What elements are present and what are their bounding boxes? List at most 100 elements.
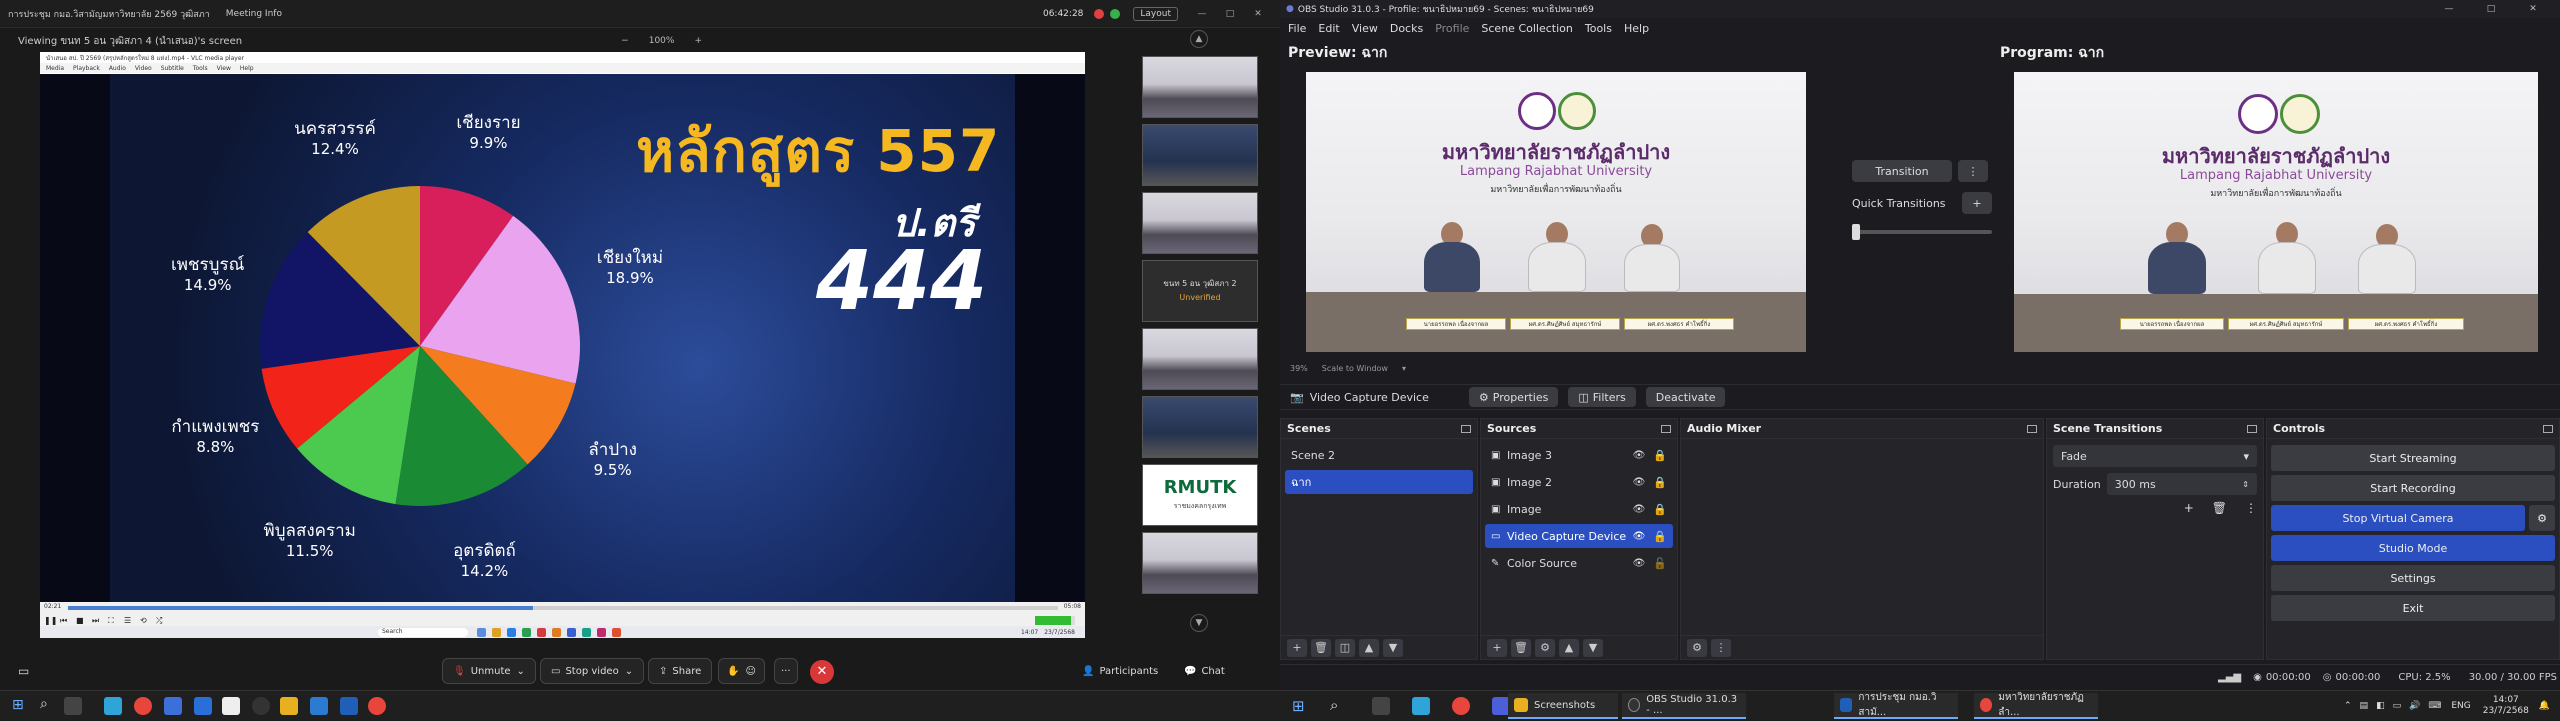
stop-virtual-camera-button[interactable]: Stop Virtual Camera <box>2271 505 2525 531</box>
windows-start-icon[interactable]: ⊞ <box>12 697 24 713</box>
prev-icon[interactable]: ⏮ <box>60 616 70 626</box>
close-icon[interactable]: ✕ <box>2512 4 2554 14</box>
zoom-out-button[interactable]: − <box>621 36 629 46</box>
app-icon[interactable] <box>164 697 182 715</box>
source-item[interactable]: ▣ Image 3 👁 🔒 <box>1485 443 1673 467</box>
mixer-gear-icon[interactable]: ⚙ <box>1687 638 1707 657</box>
record-icon[interactable] <box>1094 8 1105 19</box>
vlc-menu-help[interactable]: Help <box>240 65 254 72</box>
participant-thumb[interactable] <box>1142 56 1258 118</box>
folder-icon[interactable] <box>280 697 298 715</box>
stop-icon[interactable]: ■ <box>76 616 86 626</box>
participant-thumb[interactable] <box>1142 396 1258 458</box>
eye-icon[interactable]: 👁 <box>1633 477 1646 488</box>
layout-button[interactable]: Layout <box>1133 6 1178 21</box>
participant-thumb[interactable] <box>1142 192 1258 254</box>
source-item[interactable]: ✎ Color Source 👁 🔓 <box>1485 551 1673 575</box>
vlc-menu-video[interactable]: Video <box>135 65 152 72</box>
unmute-button[interactable]: 🎙 Unmute ⌄ <box>442 658 536 684</box>
lock-icon[interactable]: 🔒 <box>1653 530 1667 543</box>
filter-icon[interactable]: ◫ <box>1335 638 1355 657</box>
move-down-icon[interactable]: ▼ <box>1583 638 1603 657</box>
studio-mode-button[interactable]: Studio Mode <box>2271 535 2555 561</box>
add-icon[interactable]: + <box>1287 638 1307 657</box>
virtual-camera-settings-icon[interactable]: ⚙ <box>2529 505 2555 531</box>
security-icon[interactable] <box>1110 8 1121 19</box>
source-item-selected[interactable]: ▭ Video Capture Device 👁 🔒 <box>1485 524 1673 548</box>
lock-icon[interactable]: 🔒 <box>1653 449 1667 462</box>
task-zoom[interactable]: การประชุม กมอ.วิสามั... <box>1834 692 1958 719</box>
app-icon[interactable] <box>104 697 122 715</box>
eye-icon[interactable]: 👁 <box>1633 558 1646 569</box>
filters-button[interactable]: ◫ Filters <box>1568 387 1636 407</box>
speaker-icon[interactable]: 🔊 <box>2409 701 2420 711</box>
scene-item-selected[interactable]: ฉาก <box>1285 470 1473 494</box>
shuffle-icon[interactable]: ⤮ <box>156 616 166 626</box>
obs-icon[interactable] <box>252 697 270 715</box>
undock-icon[interactable] <box>1461 424 1471 433</box>
reactions-button[interactable]: ✋ ☺ <box>718 658 765 684</box>
menu-profile[interactable]: Profile <box>1435 22 1469 35</box>
more-button[interactable]: ··· <box>774 658 798 684</box>
scale-mode-select[interactable]: Scale to Window <box>1322 364 1388 373</box>
captions-icon[interactable]: ▭ <box>18 664 29 678</box>
trash-icon[interactable]: 🗑 <box>1511 638 1531 657</box>
lock-icon[interactable]: 🔒 <box>1653 503 1667 516</box>
move-up-icon[interactable]: ▲ <box>1559 638 1579 657</box>
app-icon[interactable] <box>222 697 240 715</box>
task-chrome[interactable]: มหาวิทยาลัยราชภัฏลำ... <box>1974 692 2098 719</box>
trash-icon[interactable]: 🗑 <box>1311 638 1331 657</box>
add-icon[interactable]: + <box>2184 501 2194 515</box>
add-quick-transition-icon[interactable]: + <box>1962 192 1992 214</box>
network-icon[interactable]: ▤ <box>2360 701 2369 711</box>
stepper-icon[interactable]: ⇕ <box>2242 480 2249 489</box>
add-icon[interactable]: + <box>1487 638 1507 657</box>
trash-icon[interactable]: 🗑 <box>2212 501 2227 515</box>
participant-thumb[interactable]: ขนท 5 อน วุฒิสภา 2 Unverified <box>1142 260 1258 322</box>
minimize-icon[interactable]: — <box>2428 4 2470 14</box>
lock-icon[interactable]: 🔒 <box>1653 476 1667 489</box>
volume-slider[interactable] <box>1035 616 1075 625</box>
maximize-icon[interactable]: □ <box>2470 4 2512 14</box>
participant-thumb[interactable] <box>1142 328 1258 390</box>
start-recording-button[interactable]: Start Recording <box>2271 475 2555 501</box>
t-bar-slider[interactable] <box>1852 224 1992 240</box>
move-down-icon[interactable]: ▼ <box>1383 638 1403 657</box>
app-tray-icon[interactable]: ◧ <box>2376 701 2385 711</box>
eye-icon[interactable]: 👁 <box>1633 504 1646 515</box>
chevron-up-icon[interactable]: ⌃ <box>2344 701 2352 711</box>
scroll-down-icon[interactable]: ▼ <box>1190 614 1208 632</box>
undock-icon[interactable] <box>1661 424 1671 433</box>
app-icon[interactable] <box>310 697 328 715</box>
transition-menu-icon[interactable]: ⋮ <box>1958 160 1988 182</box>
vlc-menu-view[interactable]: View <box>217 65 231 72</box>
unlock-icon[interactable]: 🔓 <box>1653 557 1667 570</box>
menu-icon[interactable]: ⋮ <box>2245 501 2257 515</box>
chevron-down-icon[interactable]: ▾ <box>1402 364 1406 373</box>
participants-button[interactable]: 👤 Participants <box>1082 666 1158 677</box>
search-icon[interactable]: ⌕ <box>40 696 48 712</box>
eye-icon[interactable]: 👁 <box>1633 450 1646 461</box>
vlc-menu-tools[interactable]: Tools <box>193 65 208 72</box>
language-indicator[interactable]: ENG <box>2451 701 2470 711</box>
seek-bar[interactable] <box>68 606 1058 610</box>
fullscreen-icon[interactable]: ⛶ <box>108 616 118 626</box>
transition-select[interactable]: Fade ▾ <box>2053 445 2257 467</box>
transition-button[interactable]: Transition <box>1852 160 1952 182</box>
mixer-menu-icon[interactable]: ⋮ <box>1711 638 1731 657</box>
minimize-icon[interactable]: — <box>1188 9 1216 19</box>
exit-button[interactable]: Exit <box>2271 595 2555 621</box>
search-icon[interactable]: ⌕ <box>1330 696 1338 714</box>
vlc-menu-media[interactable]: Media <box>46 65 64 72</box>
menu-scene-collection[interactable]: Scene Collection <box>1481 22 1572 35</box>
pause-icon[interactable]: ❚❚ <box>44 616 57 626</box>
chat-button[interactable]: 💬 Chat <box>1184 666 1225 677</box>
chrome-icon[interactable] <box>134 697 152 715</box>
undock-icon[interactable] <box>2027 424 2037 433</box>
close-icon[interactable]: ✕ <box>1244 9 1272 19</box>
source-item[interactable]: ▣ Image 2 👁 🔒 <box>1485 470 1673 494</box>
deactivate-button[interactable]: Deactivate <box>1645 387 1726 407</box>
clock[interactable]: 14:07 23/7/2568 <box>2483 695 2529 717</box>
task-view-icon[interactable] <box>64 697 82 715</box>
duration-input[interactable]: 300 ms ⇕ <box>2106 473 2257 495</box>
